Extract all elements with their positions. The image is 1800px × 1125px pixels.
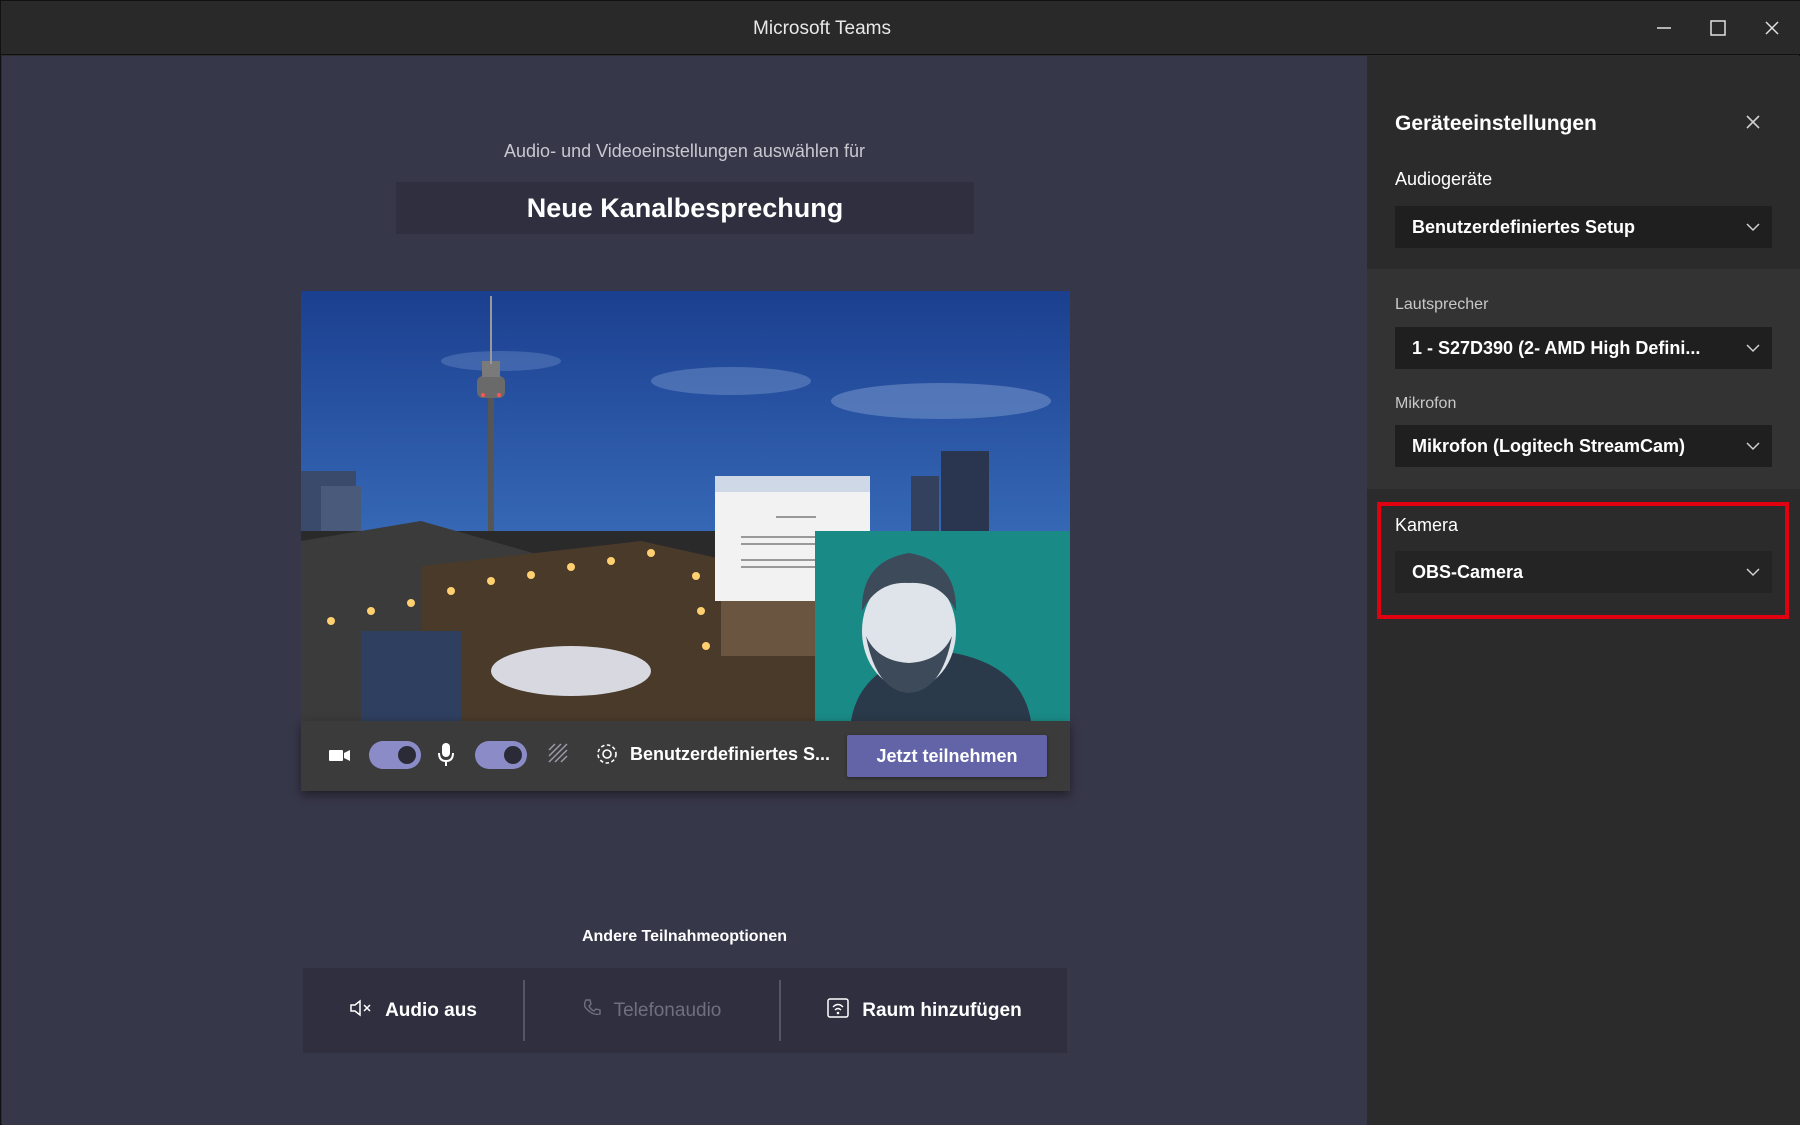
camera-highlight-box <box>1377 502 1789 619</box>
pre-join-area: Audio- und Videoeinstellungen auswählen … <box>2 56 1367 1125</box>
room-device-icon <box>826 997 850 1025</box>
audio-subsettings: Lautsprecher 1 - S27D390 (2- AMD High De… <box>1367 269 1800 489</box>
maximize-button[interactable] <box>1696 9 1740 47</box>
meeting-title: Neue Kanalbesprechung <box>396 182 974 234</box>
window-title: Microsoft Teams <box>753 18 891 39</box>
minimize-button[interactable] <box>1642 9 1686 47</box>
maximize-icon <box>1710 20 1726 36</box>
other-join-options-heading: Andere Teilnahmeoptionen <box>581 928 788 945</box>
microphone-icon <box>437 741 455 772</box>
speaker-value: 1 - S27D390 (2- AMD High Defini... <box>1412 337 1701 358</box>
add-room-label: Raum hinzufügen <box>862 999 1022 1021</box>
phone-audio-label: Telefonaudio <box>613 999 722 1021</box>
audio-devices-label: Audiogeräte <box>1395 169 1493 189</box>
add-room-option[interactable]: Raum hinzufügen <box>781 968 1067 1053</box>
phone-audio-option[interactable]: Telefonaudio <box>525 968 778 1053</box>
video-camera-icon <box>328 745 352 770</box>
audio-off-option[interactable]: Audio aus <box>303 968 523 1053</box>
background-blur-icon[interactable] <box>547 742 571 771</box>
speaker-label: Lautsprecher <box>1395 296 1489 313</box>
chevron-down-icon <box>1744 218 1762 241</box>
camera-preview-image <box>301 291 1070 721</box>
close-icon <box>1746 115 1760 129</box>
minimize-icon <box>1657 27 1671 29</box>
camera-toggle[interactable] <box>369 741 421 769</box>
setup-subtitle: Audio- und Videoeinstellungen auswählen … <box>504 141 865 161</box>
device-settings-link[interactable]: Benutzerdefiniertes S... <box>630 744 835 765</box>
prejoin-toolbar: Benutzerdefiniertes S... Jetzt teilnehme… <box>301 721 1070 791</box>
close-window-button[interactable] <box>1750 9 1794 47</box>
speaker-muted-icon <box>349 998 373 1024</box>
audio-devices-dropdown[interactable]: Benutzerdefiniertes Setup <box>1395 206 1772 248</box>
audio-off-label: Audio aus <box>385 999 477 1021</box>
phone-icon <box>582 998 602 1024</box>
audio-devices-value: Benutzerdefiniertes Setup <box>1412 216 1636 237</box>
other-join-options-bar: Audio aus Telefonaudio Raum hinzufügen <box>303 968 1067 1053</box>
device-settings-gear-icon[interactable] <box>595 742 619 771</box>
join-now-button[interactable]: Jetzt teilnehmen <box>847 735 1047 777</box>
close-icon <box>1765 21 1779 35</box>
video-preview <box>301 291 1070 721</box>
title-bar: Microsoft Teams <box>1 1 1800 55</box>
teams-window: Microsoft Teams Audio- und Videoeinstell… <box>0 0 1800 1125</box>
microphone-dropdown[interactable]: Mikrofon (Logitech StreamCam) <box>1395 425 1772 467</box>
close-panel-button[interactable] <box>1739 108 1767 136</box>
chevron-down-icon <box>1744 437 1762 460</box>
chevron-down-icon <box>1744 339 1762 362</box>
device-settings-title: Geräteeinstellungen <box>1395 112 1597 135</box>
speaker-dropdown[interactable]: 1 - S27D390 (2- AMD High Defini... <box>1395 327 1772 369</box>
microphone-value: Mikrofon (Logitech StreamCam) <box>1412 435 1686 456</box>
microphone-toggle[interactable] <box>475 741 527 769</box>
device-settings-panel: Geräteeinstellungen Audiogeräte Benutzer… <box>1367 56 1800 1125</box>
microphone-label: Mikrofon <box>1395 395 1457 412</box>
